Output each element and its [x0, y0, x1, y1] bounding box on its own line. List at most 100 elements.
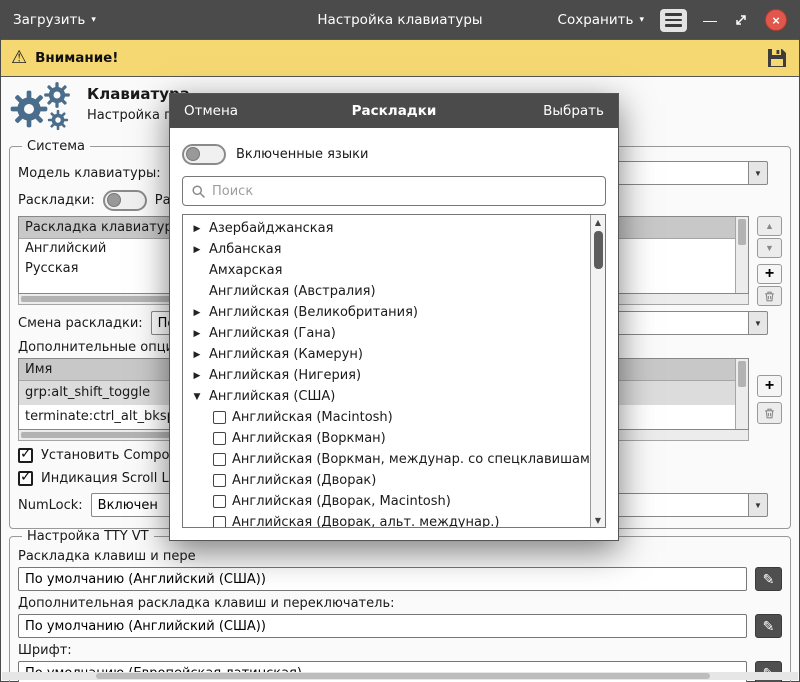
language-checkbox[interactable]	[213, 474, 226, 487]
keyboard-settings-icon	[9, 81, 75, 133]
language-checkbox[interactable]	[213, 516, 226, 527]
language-checkbox[interactable]	[213, 411, 226, 424]
trash-icon	[763, 407, 776, 420]
caret-down-icon: ▾	[91, 16, 96, 25]
layouts-table-buttons: ▲ ▼ +	[757, 216, 782, 306]
expander-collapsed-icon[interactable]: ▶	[191, 245, 203, 255]
layouts-label: Раскладки:	[18, 193, 95, 208]
layout-switch-dropdown-button[interactable]: ▼	[748, 311, 768, 335]
language-list: ▶ Азербайджанская ▶ Албанская Амхарская …	[182, 214, 606, 528]
save-menu-label: Сохранить	[558, 12, 634, 28]
trash-icon	[763, 290, 776, 303]
language-row[interactable]: ▶ Английская (Гана)	[183, 323, 590, 344]
language-variant-row[interactable]: Английская (Дворак, альт. междунар.)	[183, 512, 590, 527]
language-row[interactable]: ▶ Албанская	[183, 239, 590, 260]
gear-icon	[43, 81, 71, 109]
toggle-knob	[107, 193, 121, 207]
save-file-button[interactable]	[765, 46, 789, 70]
floppy-save-icon	[765, 46, 789, 70]
language-row[interactable]: Английская (Австралия)	[183, 281, 590, 302]
keyboard-model-dropdown-button[interactable]: ▼	[748, 161, 768, 185]
delete-layout-button[interactable]	[757, 286, 782, 306]
tty-keymap-edit-button[interactable]: ✎	[755, 567, 782, 591]
move-up-button[interactable]: ▲	[757, 216, 782, 236]
language-variant-row[interactable]: Английская (Дворак, Macintosh)	[183, 491, 590, 512]
language-variant-row[interactable]: Английская (Воркман)	[183, 428, 590, 449]
plus-icon: +	[765, 265, 774, 283]
layouts-dialog-header: Отмена Раскладки Выбрать	[170, 94, 618, 128]
close-icon: ×	[772, 13, 780, 28]
expander-collapsed-icon[interactable]: ▶	[191, 371, 203, 381]
add-option-button[interactable]: +	[757, 375, 782, 397]
scrollbar-thumb[interactable]	[594, 231, 603, 269]
language-row[interactable]: ▼ Английская (США)	[183, 386, 590, 407]
language-row[interactable]: ▶ Английская (Великобритания)	[183, 302, 590, 323]
toggle-knob	[186, 147, 200, 161]
enabled-languages-label: Включенные языки	[236, 147, 368, 162]
add-layout-button[interactable]: +	[757, 264, 782, 284]
layouts-dialog-body: Включенные языки ▶ Азербайджанская ▶ Алб…	[170, 128, 618, 540]
language-row[interactable]: Амхарская	[183, 260, 590, 281]
minimize-icon: —	[703, 12, 717, 28]
save-menu-button[interactable]: Сохранить ▾	[558, 12, 644, 28]
tty-alt-keymap-edit-button[interactable]: ✎	[755, 614, 782, 638]
scrollbar-thumb[interactable]	[738, 219, 746, 245]
numlock-dropdown-button[interactable]: ▼	[748, 493, 768, 517]
enabled-languages-toggle[interactable]	[182, 144, 226, 165]
move-down-button[interactable]: ▼	[757, 238, 782, 258]
expander-expanded-icon[interactable]: ▼	[191, 392, 203, 402]
tty-keymap-input[interactable]	[18, 567, 747, 591]
scrollbar-thumb[interactable]	[96, 673, 710, 679]
select-button[interactable]: Выбрать	[543, 103, 604, 119]
scrolllock-checkbox[interactable]	[18, 471, 33, 486]
up-arrow-icon: ▲	[765, 221, 774, 231]
language-label: Английская (Австралия)	[209, 284, 376, 299]
language-checkbox[interactable]	[213, 453, 226, 466]
layouts-toggle[interactable]	[103, 190, 147, 211]
titlebar: Загрузить ▾ Настройка клавиатуры Сохрани…	[1, 1, 799, 39]
scroll-up-icon[interactable]: ▲	[591, 215, 605, 229]
keyboard-settings-window: Загрузить ▾ Настройка клавиатуры Сохрани…	[0, 0, 800, 682]
language-row[interactable]: ▶ Английская (Нигерия)	[183, 365, 590, 386]
close-button[interactable]: ×	[765, 9, 787, 31]
warning-bar: ⚠ Внимание!	[1, 39, 799, 77]
warning-text: Внимание!	[35, 50, 118, 66]
language-label: Албанская	[209, 242, 281, 257]
cancel-button[interactable]: Отмена	[184, 103, 238, 119]
language-search-box	[182, 176, 606, 206]
language-variant-row[interactable]: Английская (Воркман, междунар. со спецкл…	[183, 449, 590, 470]
options-table-buttons: +	[757, 358, 782, 441]
scrollbar-thumb[interactable]	[738, 361, 746, 387]
gear-icon	[47, 109, 69, 131]
window-horizontal-scrollbar[interactable]	[2, 672, 798, 680]
language-checkbox[interactable]	[213, 495, 226, 508]
language-checkbox[interactable]	[213, 432, 226, 445]
enabled-languages-row: Включенные языки	[182, 142, 606, 166]
expander-collapsed-icon[interactable]: ▶	[191, 224, 203, 234]
minimize-button[interactable]: —	[703, 12, 717, 28]
compose-checkbox-label: Установить Compose	[41, 448, 184, 463]
language-variant-row[interactable]: Английская (Дворак)	[183, 470, 590, 491]
options-table-vscrollbar[interactable]	[735, 359, 748, 429]
maximize-button[interactable]	[733, 12, 749, 28]
tty-alt-keymap-input[interactable]	[18, 614, 747, 638]
expander-collapsed-icon[interactable]: ▶	[191, 308, 203, 318]
tty-font-label: Шрифт:	[18, 643, 782, 658]
expander-collapsed-icon[interactable]: ▶	[191, 329, 203, 339]
language-row[interactable]: ▶ Английская (Камерун)	[183, 344, 590, 365]
language-search-input[interactable]	[212, 184, 597, 199]
hamburger-icon	[665, 13, 682, 16]
language-label: Английская (Гана)	[209, 326, 336, 341]
expander-collapsed-icon[interactable]: ▶	[191, 350, 203, 360]
language-variant-row[interactable]: Английская (Macintosh)	[183, 407, 590, 428]
load-menu-button[interactable]: Загрузить ▾	[13, 12, 96, 28]
scroll-down-icon[interactable]: ▼	[591, 513, 605, 527]
keyboard-model-label: Модель клавиатуры:	[18, 166, 161, 181]
compose-checkbox[interactable]	[18, 448, 33, 463]
language-row[interactable]: ▶ Азербайджанская	[183, 218, 590, 239]
delete-option-button[interactable]	[757, 402, 782, 424]
layouts-table-vscrollbar[interactable]	[735, 217, 748, 293]
hamburger-menu-button[interactable]	[660, 9, 687, 32]
dropdown-arrow-icon: ▼	[754, 169, 762, 178]
language-list-scrollbar[interactable]: ▲ ▼	[590, 215, 605, 527]
